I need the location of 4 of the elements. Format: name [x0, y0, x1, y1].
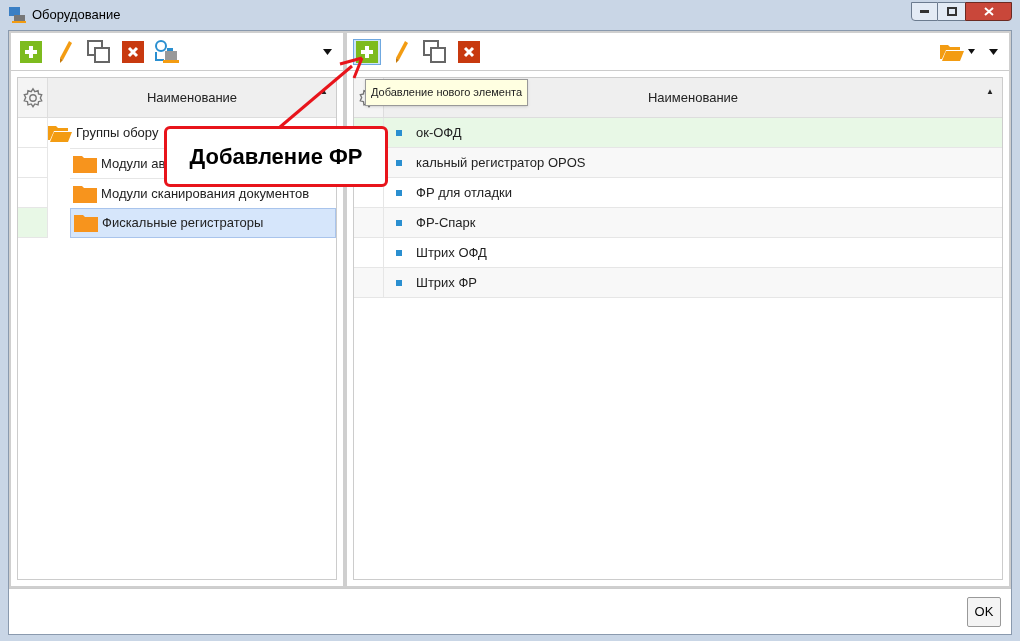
callout-tooltip: Добавление ФР: [164, 126, 388, 187]
tooltip: Добавление нового элемента: [365, 79, 529, 106]
sort-indicator: ▲: [986, 86, 994, 98]
window-title: Оборудование: [32, 6, 121, 25]
